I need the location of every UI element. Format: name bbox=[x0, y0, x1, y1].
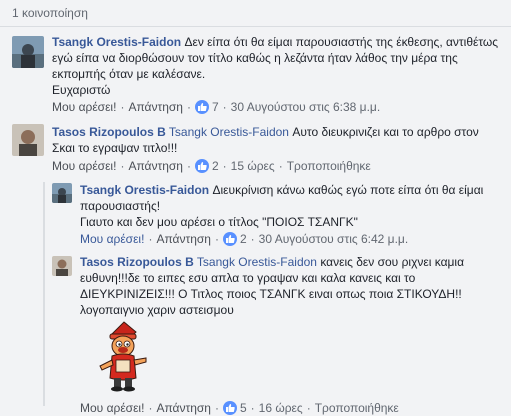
author-name[interactable]: Tasos Rizopoulos B bbox=[80, 255, 194, 269]
share-count[interactable]: 1 κοινοποίηση bbox=[12, 6, 88, 20]
comment-body: Tsangk Orestis-Faidon Δεν είπα ότι θα εί… bbox=[52, 34, 502, 98]
avatar[interactable] bbox=[12, 36, 44, 68]
reaction-count[interactable]: 7 bbox=[212, 100, 219, 114]
thumbs-up-icon[interactable] bbox=[194, 159, 209, 173]
reaction-count[interactable]: 2 bbox=[240, 232, 247, 246]
reply-link[interactable]: Απάντηση bbox=[128, 159, 183, 173]
timestamp[interactable]: 15 ώρες bbox=[231, 159, 275, 173]
author-name[interactable]: Tsangk Orestis-Faidon bbox=[80, 183, 209, 197]
timestamp[interactable]: 30 Αυγούστου στις 6:42 μ.μ. bbox=[259, 232, 408, 246]
author-name[interactable]: Tasos Rizopoulos B bbox=[52, 125, 166, 139]
thumbs-up-icon[interactable] bbox=[194, 100, 209, 114]
author-name[interactable]: Tsangk Orestis-Faidon bbox=[52, 35, 181, 49]
like-link[interactable]: Μου αρέσει! bbox=[80, 401, 144, 415]
tagged-user[interactable]: Tsangk Orestis-Faidon bbox=[169, 125, 289, 139]
comment-body: Tsangk Orestis-Faidon Διευκρίνιση κάνω κ… bbox=[80, 182, 500, 230]
timestamp[interactable]: 16 ώρες bbox=[259, 401, 303, 415]
reply-link[interactable]: Απάντηση bbox=[156, 401, 211, 415]
divider bbox=[0, 26, 511, 27]
comment-body: Tasos Rizopoulos B Tsangk Orestis-Faidon… bbox=[80, 254, 495, 318]
reaction-count[interactable]: 5 bbox=[240, 401, 247, 415]
like-link[interactable]: Μου αρέσει! bbox=[80, 232, 144, 246]
comment-body: Tasos Rizopoulos B Tsangk Orestis-Faidon… bbox=[52, 124, 502, 156]
comment-text-2: Ευχαριστώ bbox=[52, 83, 111, 97]
like-link[interactable]: Μου αρέσει! bbox=[52, 100, 116, 114]
comment-actions: Μου αρέσει! · Απάντηση · 7 · 30 Αυγούστου στις… bbox=[52, 100, 381, 114]
tagged-user[interactable]: Tsangk Orestis-Faidon bbox=[197, 255, 317, 269]
like-link[interactable]: Μου αρέσει! bbox=[52, 159, 116, 173]
reaction-count[interactable]: 2 bbox=[212, 159, 219, 173]
cartoon-sticker-icon bbox=[99, 321, 147, 392]
thumbs-up-icon[interactable] bbox=[222, 401, 237, 415]
comment-text-2: Γιαυτο και δεν μου αρέσει ο τίτλος "ΠΟΙΟ… bbox=[80, 215, 358, 229]
avatar-photo bbox=[12, 124, 44, 156]
sticker-image bbox=[90, 320, 160, 392]
reply-link[interactable]: Απάντηση bbox=[156, 232, 211, 246]
thumbs-up-icon[interactable] bbox=[222, 232, 237, 246]
avatar-photo bbox=[12, 36, 44, 68]
avatar-photo bbox=[52, 183, 72, 203]
reply-thread-line bbox=[43, 182, 45, 406]
edited-label[interactable]: Τροποποιήθηκε bbox=[315, 401, 399, 415]
edited-label[interactable]: Τροποποιήθηκε bbox=[287, 159, 371, 173]
avatar-photo bbox=[52, 256, 72, 276]
timestamp[interactable]: 30 Αυγούστου στις 6:38 μ.μ. bbox=[231, 100, 380, 114]
avatar[interactable] bbox=[52, 256, 72, 276]
avatar[interactable] bbox=[12, 124, 44, 156]
comment-actions: Μου αρέσει! · Απάντηση · 2 · 15 ώρες · Τροποποιή… bbox=[52, 159, 371, 173]
comment-actions: Μου αρέσει! · Απάντηση · 2 · 30 Αυγούστου στις… bbox=[80, 232, 409, 246]
comment-actions: Μου αρέσει! · Απάντηση · 5 · 16 ώρες · Τροποποιή… bbox=[80, 401, 399, 415]
reply-link[interactable]: Απάντηση bbox=[128, 100, 183, 114]
avatar[interactable] bbox=[52, 183, 72, 203]
